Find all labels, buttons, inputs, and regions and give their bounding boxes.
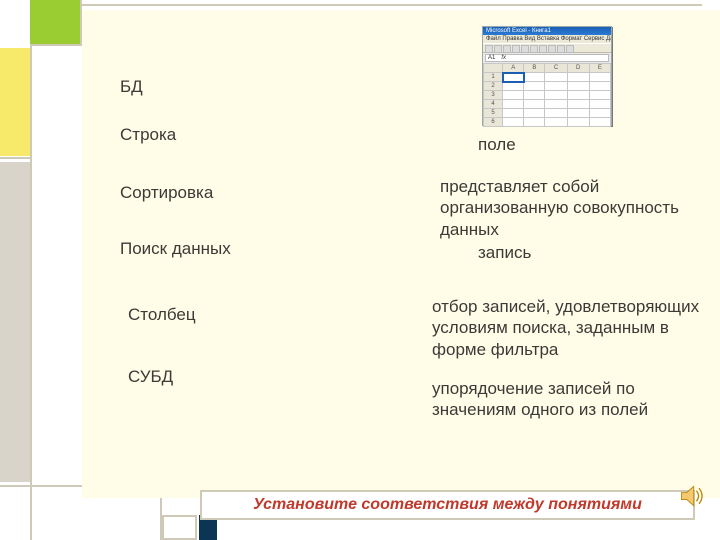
def-organized[interactable]: представляет собой организованную совоку… xyxy=(440,176,715,240)
excel-col-header: A xyxy=(503,64,524,73)
excel-col-header: C xyxy=(545,64,567,73)
def-filter[interactable]: отбор записей, удовлетворяющих условиям … xyxy=(432,296,720,360)
def-field[interactable]: поле xyxy=(478,134,548,155)
excel-col-header: B xyxy=(524,64,545,73)
footer-caption: Установите соответствия между понятиями xyxy=(253,496,642,514)
term-sort[interactable]: Сортировка xyxy=(120,182,240,203)
excel-titlebar: Microsoft Excel - Книга1 xyxy=(483,27,611,35)
excel-cell-ref: A1 xyxy=(488,55,495,61)
excel-col-header: E xyxy=(589,64,610,73)
term-column[interactable]: Столбец xyxy=(128,304,218,325)
excel-row-header: 1 xyxy=(484,73,503,82)
footer-caption-box: Установите соответствия между понятиями xyxy=(200,490,695,520)
def-ordering[interactable]: упорядочение записей по значениям одного… xyxy=(432,378,712,421)
excel-row-header: 3 xyxy=(484,91,503,100)
excel-grid: A B C D E 1 2 3 4 5 6 xyxy=(483,63,611,127)
frame-line xyxy=(30,44,32,540)
excel-menubar: Файл Правка Вид Вставка Формат Сервис Да… xyxy=(483,35,611,43)
frame-accent-yellow xyxy=(0,48,30,156)
frame-accent-green xyxy=(30,0,80,44)
frame-cell xyxy=(162,515,197,540)
def-record[interactable]: запись xyxy=(478,242,568,263)
excel-row-header: 2 xyxy=(484,82,503,91)
excel-row-header: 4 xyxy=(484,100,503,109)
excel-formula-bar: A1 fx xyxy=(485,54,609,62)
slide-body: Microsoft Excel - Книга1 Файл Правка Вид… xyxy=(82,10,720,498)
excel-row-header: 6 xyxy=(484,118,503,127)
term-search[interactable]: Поиск данных xyxy=(120,238,280,259)
frame-line xyxy=(0,157,30,159)
excel-col-header: D xyxy=(567,64,589,73)
excel-thumbnail: Microsoft Excel - Книга1 Файл Правка Вид… xyxy=(482,26,612,126)
frame-line xyxy=(82,4,702,6)
term-row[interactable]: Строка xyxy=(120,124,200,145)
frame-accent-gray xyxy=(0,162,30,482)
excel-toolbar xyxy=(483,43,611,53)
excel-col-header xyxy=(484,64,503,73)
term-bd[interactable]: БД xyxy=(120,76,280,97)
excel-row-header: 5 xyxy=(484,109,503,118)
fx-icon: fx xyxy=(501,55,506,61)
sound-icon[interactable] xyxy=(678,482,706,510)
term-subd[interactable]: СУБД xyxy=(128,366,198,387)
